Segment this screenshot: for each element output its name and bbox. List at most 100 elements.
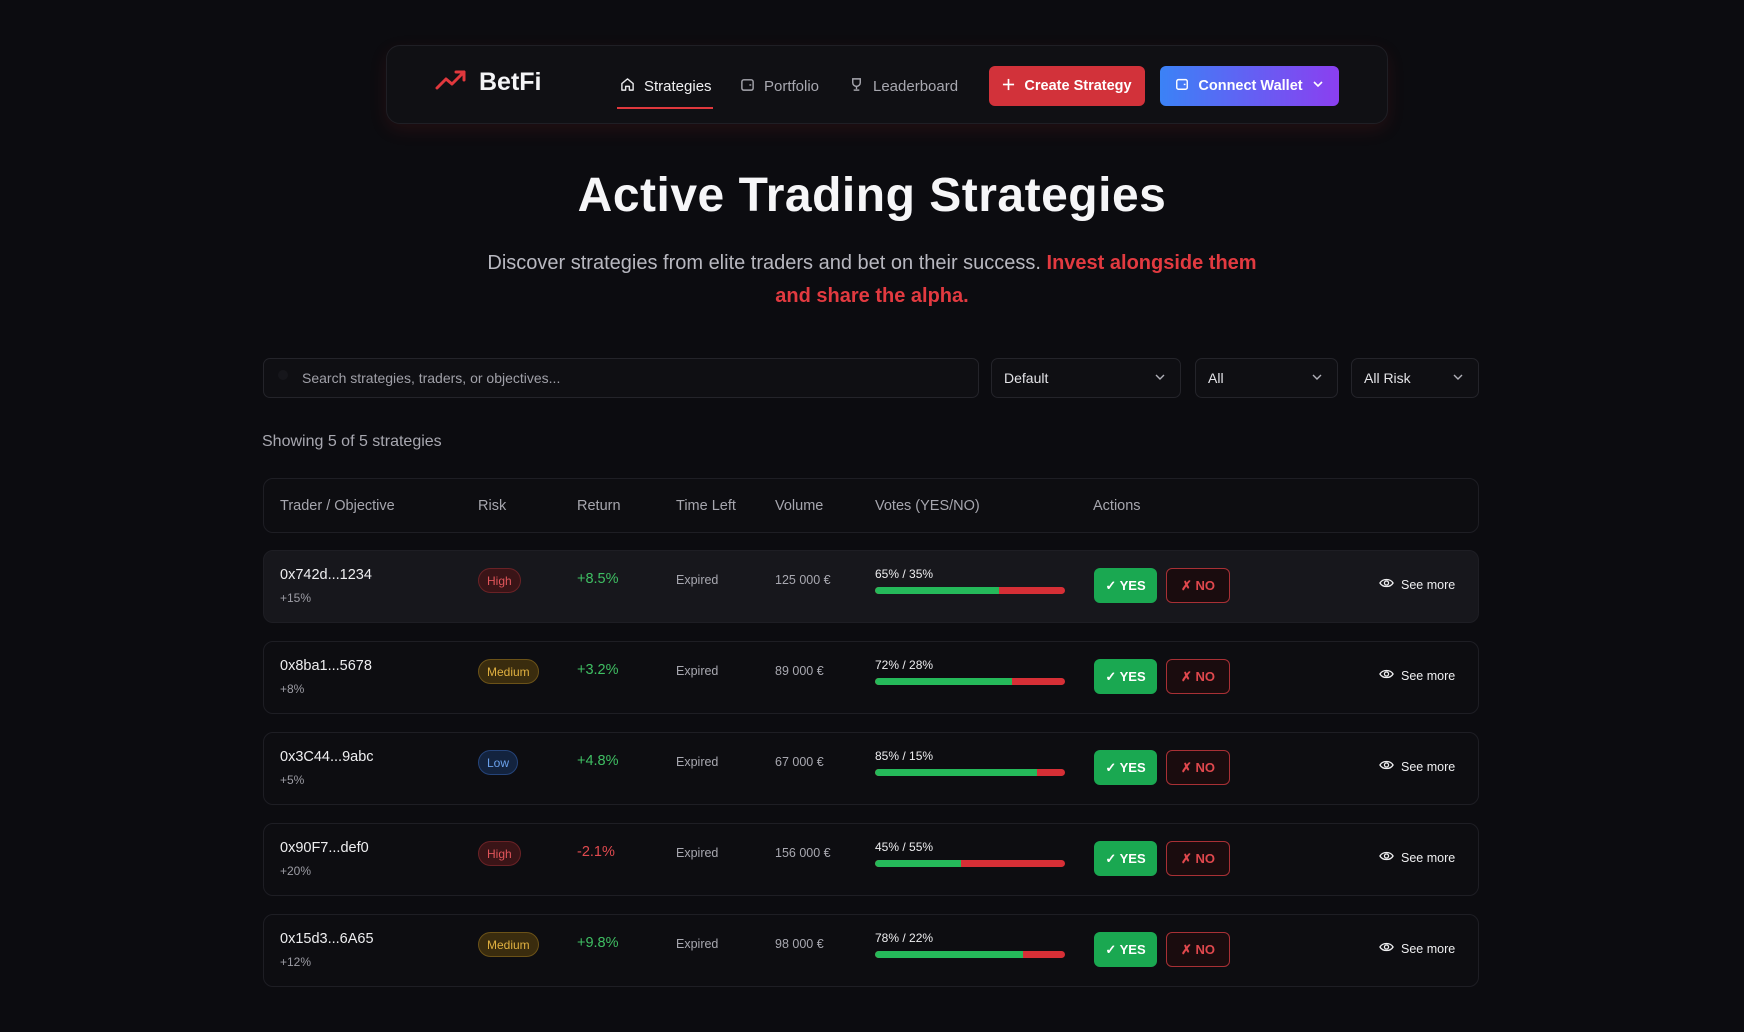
time-left: Expired — [676, 846, 719, 860]
trader-address[interactable]: 0x8ba1...5678 — [280, 658, 372, 674]
volume: 125 000 € — [775, 573, 831, 587]
connect-wallet-label: Connect Wallet — [1198, 78, 1303, 94]
votes-text: 72% / 28% — [875, 658, 934, 672]
votes-bar-yes-fill — [875, 769, 1037, 776]
nav-item-label: Leaderboard — [873, 77, 959, 95]
vote-no-button[interactable]: ✗ NO — [1166, 659, 1230, 694]
return-value: +3.2% — [577, 662, 619, 678]
chevron-down-icon — [1312, 78, 1324, 94]
risk-badge: High — [478, 841, 521, 866]
volume: 156 000 € — [775, 846, 831, 860]
nav-item-leaderboard[interactable]: Leaderboard — [849, 76, 958, 96]
vote-yes-button[interactable]: ✓ YES — [1094, 841, 1157, 876]
time-left: Expired — [676, 573, 719, 587]
objective: +12% — [280, 955, 312, 969]
status-select[interactable]: All — [1195, 358, 1338, 398]
column-header-time-left: Time Left — [676, 498, 736, 514]
votes-bar — [875, 678, 1065, 685]
risk-badge: Medium — [478, 659, 539, 684]
brand-name: BetFi — [479, 68, 542, 96]
votes-bar — [875, 951, 1065, 958]
return-value: -2.1% — [577, 844, 615, 860]
column-header-return: Return — [577, 498, 621, 514]
chevron-down-icon — [1311, 370, 1323, 386]
search-input[interactable] — [302, 370, 942, 386]
subtitle-text: Discover strategies from elite traders a… — [487, 252, 1041, 274]
vote-no-button[interactable]: ✗ NO — [1166, 932, 1230, 967]
see-more-link[interactable]: See more — [1379, 941, 1455, 956]
time-left: Expired — [676, 755, 719, 769]
nav-item-label: Strategies — [644, 77, 712, 95]
connect-wallet-button[interactable]: Connect Wallet — [1160, 66, 1339, 106]
time-left: Expired — [676, 937, 719, 951]
objective: +8% — [280, 682, 305, 696]
volume: 98 000 € — [775, 937, 824, 951]
time-left: Expired — [676, 664, 719, 678]
vote-yes-button[interactable]: ✓ YES — [1094, 659, 1157, 694]
nav-item-strategies[interactable]: Strategies — [620, 76, 712, 96]
brand[interactable]: BetFi — [435, 68, 542, 97]
vote-no-button[interactable]: ✗ NO — [1166, 750, 1230, 785]
table-row: 0x742d...1234 +15% High +8.5% Expired 12… — [263, 550, 1479, 623]
nav-item-label: Portfolio — [764, 77, 820, 95]
votes-bar-yes-fill — [875, 587, 999, 594]
plus-icon — [1002, 78, 1015, 95]
chevron-down-icon — [1452, 370, 1464, 386]
active-tab-indicator — [617, 107, 713, 109]
see-more-label: See more — [1401, 941, 1456, 956]
sort-select-value: Default — [1004, 370, 1049, 386]
vote-yes-button[interactable]: ✓ YES — [1094, 932, 1157, 967]
table-header: Trader / Objective Risk Return Time Left… — [263, 478, 1479, 533]
votes-bar-yes-fill — [875, 678, 1012, 685]
see-more-label: See more — [1401, 577, 1456, 592]
table-row: 0x15d3...6A65 +12% Medium +9.8% Expired … — [263, 914, 1479, 987]
return-value: +9.8% — [577, 935, 619, 951]
column-header-trader: Trader / Objective — [280, 498, 395, 514]
risk-select[interactable]: All Risk — [1351, 358, 1479, 398]
search-icon — [276, 368, 292, 389]
vote-no-button[interactable]: ✗ NO — [1166, 841, 1230, 876]
vote-yes-button[interactable]: ✓ YES — [1094, 750, 1157, 785]
see-more-label: See more — [1401, 668, 1456, 683]
see-more-link[interactable]: See more — [1379, 668, 1455, 683]
column-header-volume: Volume — [775, 498, 824, 514]
trader-address[interactable]: 0x90F7...def0 — [280, 840, 369, 856]
see-more-link[interactable]: See more — [1379, 759, 1455, 774]
eye-icon — [1379, 759, 1394, 774]
vote-yes-button[interactable]: ✓ YES — [1094, 568, 1157, 603]
nav-item-portfolio[interactable]: Portfolio — [740, 76, 819, 96]
risk-badge: High — [478, 568, 521, 593]
trader-address[interactable]: 0x742d...1234 — [280, 567, 372, 583]
vote-no-button[interactable]: ✗ NO — [1166, 568, 1230, 603]
see-more-label: See more — [1401, 759, 1456, 774]
home-icon — [620, 77, 635, 96]
eye-icon — [1379, 850, 1394, 865]
risk-select-value: All Risk — [1364, 370, 1411, 386]
status-select-value: All — [1208, 370, 1224, 386]
column-header-risk: Risk — [478, 498, 507, 514]
trader-address[interactable]: 0x15d3...6A65 — [280, 931, 374, 947]
votes-text: 45% / 55% — [875, 840, 934, 854]
column-header-actions: Actions — [1093, 498, 1141, 514]
see-more-link[interactable]: See more — [1379, 577, 1455, 592]
objective: +15% — [280, 591, 312, 605]
objective: +20% — [280, 864, 312, 878]
wallet-icon — [740, 77, 755, 96]
column-header-votes: Votes (YES/NO) — [875, 498, 980, 514]
search-box[interactable] — [263, 358, 979, 398]
create-strategy-button[interactable]: Create Strategy — [989, 66, 1145, 106]
votes-bar — [875, 587, 1065, 594]
risk-badge: Low — [478, 750, 519, 775]
eye-icon — [1379, 577, 1394, 592]
table-row: 0x8ba1...5678 +8% Medium +3.2% Expired 8… — [263, 641, 1479, 714]
wallet-icon — [1175, 77, 1189, 95]
top-nav: BetFi Strategies Portfolio Leaderboard C… — [386, 45, 1388, 124]
see-more-link[interactable]: See more — [1379, 850, 1455, 865]
sort-select[interactable]: Default — [991, 358, 1181, 398]
trader-address[interactable]: 0x3C44...9abc — [280, 749, 374, 765]
objective: +5% — [280, 773, 305, 787]
votes-text: 65% / 35% — [875, 567, 934, 581]
table-row: 0x3C44...9abc +5% Low +4.8% Expired 67 0… — [263, 732, 1479, 805]
page-title: Active Trading Strategies — [577, 169, 1167, 222]
return-value: +4.8% — [577, 753, 619, 769]
